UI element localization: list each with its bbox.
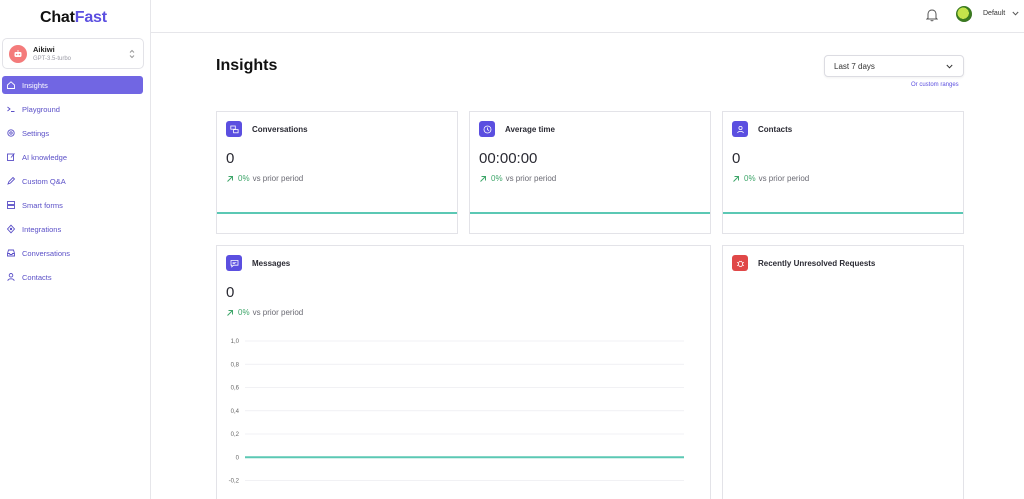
sidebar-nav: Insights Playground Settings AI knowledg… bbox=[0, 76, 150, 292]
app: ChatFast Aikiwi GPT-3.5-turbo Insights P… bbox=[0, 0, 1024, 499]
sidebar-item-label: AI knowledge bbox=[22, 152, 68, 162]
trend-line bbox=[470, 212, 710, 214]
clock-icon bbox=[479, 121, 495, 137]
card-change: 0% vs prior period bbox=[732, 174, 809, 183]
user-icon bbox=[6, 272, 16, 282]
change-percent: 0% bbox=[491, 174, 503, 183]
workspace-avatar[interactable] bbox=[956, 6, 972, 22]
sidebar-item-label: Contacts bbox=[22, 272, 52, 282]
sidebar-item-label: Smart forms bbox=[22, 200, 63, 210]
sidebar-item-contacts[interactable]: Contacts bbox=[2, 268, 143, 286]
card-value: 00:00:00 bbox=[479, 150, 538, 167]
terminal-icon bbox=[6, 104, 16, 114]
y-tick-label: 0,6 bbox=[231, 386, 240, 392]
sidebar-item-settings[interactable]: Settings bbox=[2, 124, 143, 142]
card-change: 0% vs prior period bbox=[226, 174, 303, 183]
robot-icon bbox=[9, 45, 27, 63]
y-tick-label: -0,2 bbox=[229, 479, 240, 485]
gear-icon bbox=[6, 128, 16, 138]
sidebar-item-ai-knowledge[interactable]: AI knowledge bbox=[2, 148, 143, 166]
sidebar-item-playground[interactable]: Playground bbox=[2, 100, 143, 118]
sidebar: ChatFast Aikiwi GPT-3.5-turbo Insights P… bbox=[0, 0, 151, 499]
arrow-up-right-icon bbox=[227, 175, 233, 182]
sidebar-item-conversations[interactable]: Conversations bbox=[2, 244, 143, 262]
y-tick-label: 1,0 bbox=[231, 339, 240, 345]
chevron-down-icon bbox=[946, 64, 953, 69]
y-tick-label: 0 bbox=[236, 455, 240, 461]
sidebar-item-label: Playground bbox=[22, 104, 60, 114]
sidebar-item-label: Integrations bbox=[22, 224, 62, 234]
sidebar-item-label: Insights bbox=[22, 80, 48, 90]
trend-line bbox=[723, 212, 963, 214]
change-percent: 0% bbox=[238, 174, 250, 183]
arrow-up-right-icon bbox=[480, 175, 486, 182]
sidebar-item-insights[interactable]: Insights bbox=[2, 76, 143, 94]
stat-card-average-time: Average time 00:00:00 0% vs prior period bbox=[469, 111, 711, 234]
chevron-down-icon[interactable] bbox=[1012, 11, 1019, 16]
bot-selector[interactable]: Aikiwi GPT-3.5-turbo bbox=[2, 38, 144, 69]
integrations-icon bbox=[6, 224, 16, 234]
pen-icon bbox=[6, 176, 16, 186]
y-tick-label: 0,4 bbox=[231, 409, 240, 415]
change-percent: 0% bbox=[744, 174, 756, 183]
bug-icon bbox=[732, 255, 748, 271]
bell-icon[interactable] bbox=[926, 8, 938, 22]
change-suffix: vs prior period bbox=[758, 174, 810, 183]
inbox-icon bbox=[6, 248, 16, 258]
card-title: Average time bbox=[505, 125, 555, 134]
messages-card: Messages 0 0% vs prior period 1,0 0,8 0,6 0… bbox=[216, 245, 711, 499]
topbar: Default bbox=[151, 0, 1024, 33]
stat-card-conversations: Conversations 0 0% vs prior period bbox=[216, 111, 458, 234]
stat-card-contacts: Contacts 0 0% vs prior period bbox=[722, 111, 964, 234]
user-icon bbox=[732, 121, 748, 137]
sidebar-item-custom-qa[interactable]: Custom Q&A bbox=[2, 172, 143, 190]
chat-bubbles-icon bbox=[226, 121, 242, 137]
sidebar-item-label: Settings bbox=[22, 128, 50, 138]
edit-icon bbox=[6, 152, 16, 162]
trend-line bbox=[217, 212, 457, 214]
date-range-value: Last 7 days bbox=[834, 62, 875, 71]
sidebar-item-label: Conversations bbox=[22, 248, 70, 258]
change-suffix: vs prior period bbox=[252, 174, 304, 183]
card-value: 0 bbox=[732, 150, 741, 167]
y-tick-label: 0,2 bbox=[231, 432, 240, 438]
card-title: Conversations bbox=[252, 125, 308, 134]
home-icon bbox=[6, 80, 16, 90]
arrow-up-right-icon bbox=[733, 175, 739, 182]
chevron-updown-icon bbox=[129, 49, 135, 59]
card-title: Contacts bbox=[758, 125, 793, 134]
messages-chart: 1,0 0,8 0,6 0,4 0,2 0 -0,2 bbox=[229, 339, 684, 485]
brand-part1: Chat bbox=[40, 9, 75, 26]
forms-icon bbox=[6, 200, 16, 210]
card-change: 0% vs prior period bbox=[479, 174, 556, 183]
page-title: Insights bbox=[216, 57, 278, 74]
sidebar-item-smart-forms[interactable]: Smart forms bbox=[2, 196, 143, 214]
y-tick-label: 0,8 bbox=[231, 362, 240, 368]
sidebar-item-integrations[interactable]: Integrations bbox=[2, 220, 143, 238]
workspace-name[interactable]: Default bbox=[983, 10, 1005, 17]
brand-part2: Fast bbox=[74, 9, 107, 26]
date-range-select[interactable]: Last 7 days bbox=[824, 55, 964, 77]
card-title: Recently Unresolved Requests bbox=[758, 259, 876, 268]
change-suffix: vs prior period bbox=[505, 174, 557, 183]
bot-model: GPT-3.5-turbo bbox=[33, 56, 72, 62]
bot-name: Aikiwi bbox=[33, 45, 55, 54]
unresolved-requests-card: Recently Unresolved Requests bbox=[722, 245, 964, 499]
card-value: 0 bbox=[226, 150, 235, 167]
custom-ranges-link[interactable]: Or custom ranges bbox=[911, 82, 959, 88]
brand-logo[interactable]: ChatFast bbox=[40, 9, 107, 27]
sidebar-item-label: Custom Q&A bbox=[22, 176, 66, 186]
